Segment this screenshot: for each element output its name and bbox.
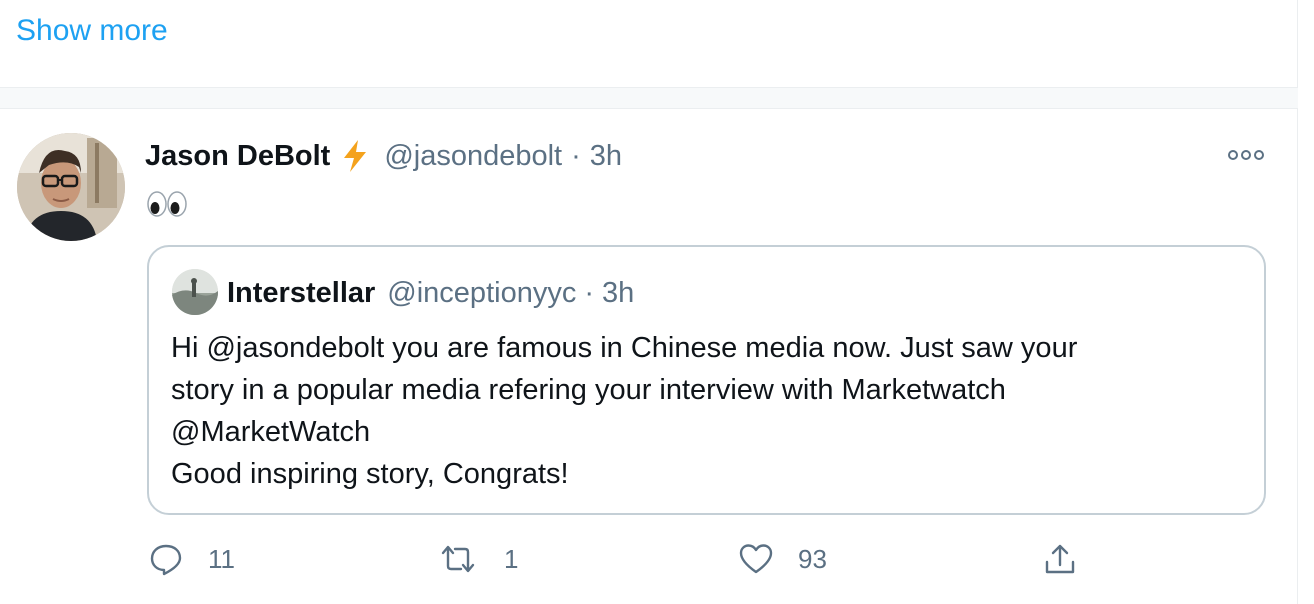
quoted-text-line: Good inspiring story, Congrats! bbox=[171, 458, 569, 490]
share-button[interactable] bbox=[1042, 536, 1078, 582]
reply-icon bbox=[150, 544, 182, 576]
retweet-button[interactable]: 1 bbox=[440, 536, 518, 582]
like-button[interactable]: 93 bbox=[738, 536, 827, 582]
heart-icon bbox=[739, 544, 773, 574]
reply-button[interactable]: 11 bbox=[148, 536, 235, 582]
author-avatar[interactable] bbox=[17, 133, 125, 241]
reply-count: 11 bbox=[208, 543, 235, 574]
eyes-emoji-icon bbox=[146, 186, 190, 220]
more-options-icon[interactable] bbox=[1226, 143, 1266, 167]
tweet-header: Jason DeBolt @jasondebolt · 3h bbox=[145, 137, 622, 175]
retweet-icon bbox=[441, 545, 475, 573]
tweet-timestamp[interactable]: 3h bbox=[590, 140, 622, 173]
quoted-author-avatar bbox=[172, 269, 218, 315]
quoted-text-line: Hi @jasondebolt you are famous in Chines… bbox=[171, 332, 1078, 364]
lightning-bolt-icon bbox=[336, 137, 374, 175]
quoted-tweet-card[interactable]: Interstellar @inceptionyyc · 3h Hi @jaso… bbox=[147, 245, 1266, 515]
author-avatar-image bbox=[17, 133, 125, 241]
section-divider bbox=[0, 87, 1298, 109]
separator-dot: · bbox=[584, 276, 594, 309]
quoted-author-handle: @inceptionyyc bbox=[387, 276, 577, 309]
quoted-author-name: Interstellar bbox=[227, 276, 376, 309]
timeline-column: Show more Jason DeBolt @jasondebolt · 3h bbox=[0, 0, 1298, 604]
retweet-count: 1 bbox=[504, 543, 519, 574]
show-more-link[interactable]: Show more bbox=[16, 14, 168, 48]
quoted-tweet-header: Interstellar @inceptionyyc · 3h bbox=[227, 275, 634, 311]
quoted-text-line: @MarketWatch bbox=[171, 416, 371, 448]
separator-dot: · bbox=[571, 139, 581, 172]
share-icon bbox=[1045, 544, 1075, 574]
author-handle[interactable]: @jasondebolt bbox=[384, 140, 562, 173]
like-count: 93 bbox=[798, 543, 827, 574]
quoted-tweet-text: Hi @jasondebolt you are famous in Chines… bbox=[171, 327, 1251, 495]
quoted-tweet-timestamp: 3h bbox=[602, 276, 635, 309]
author-name[interactable]: Jason DeBolt bbox=[145, 140, 330, 173]
quoted-text-line: story in a popular media refering your i… bbox=[171, 374, 1006, 406]
